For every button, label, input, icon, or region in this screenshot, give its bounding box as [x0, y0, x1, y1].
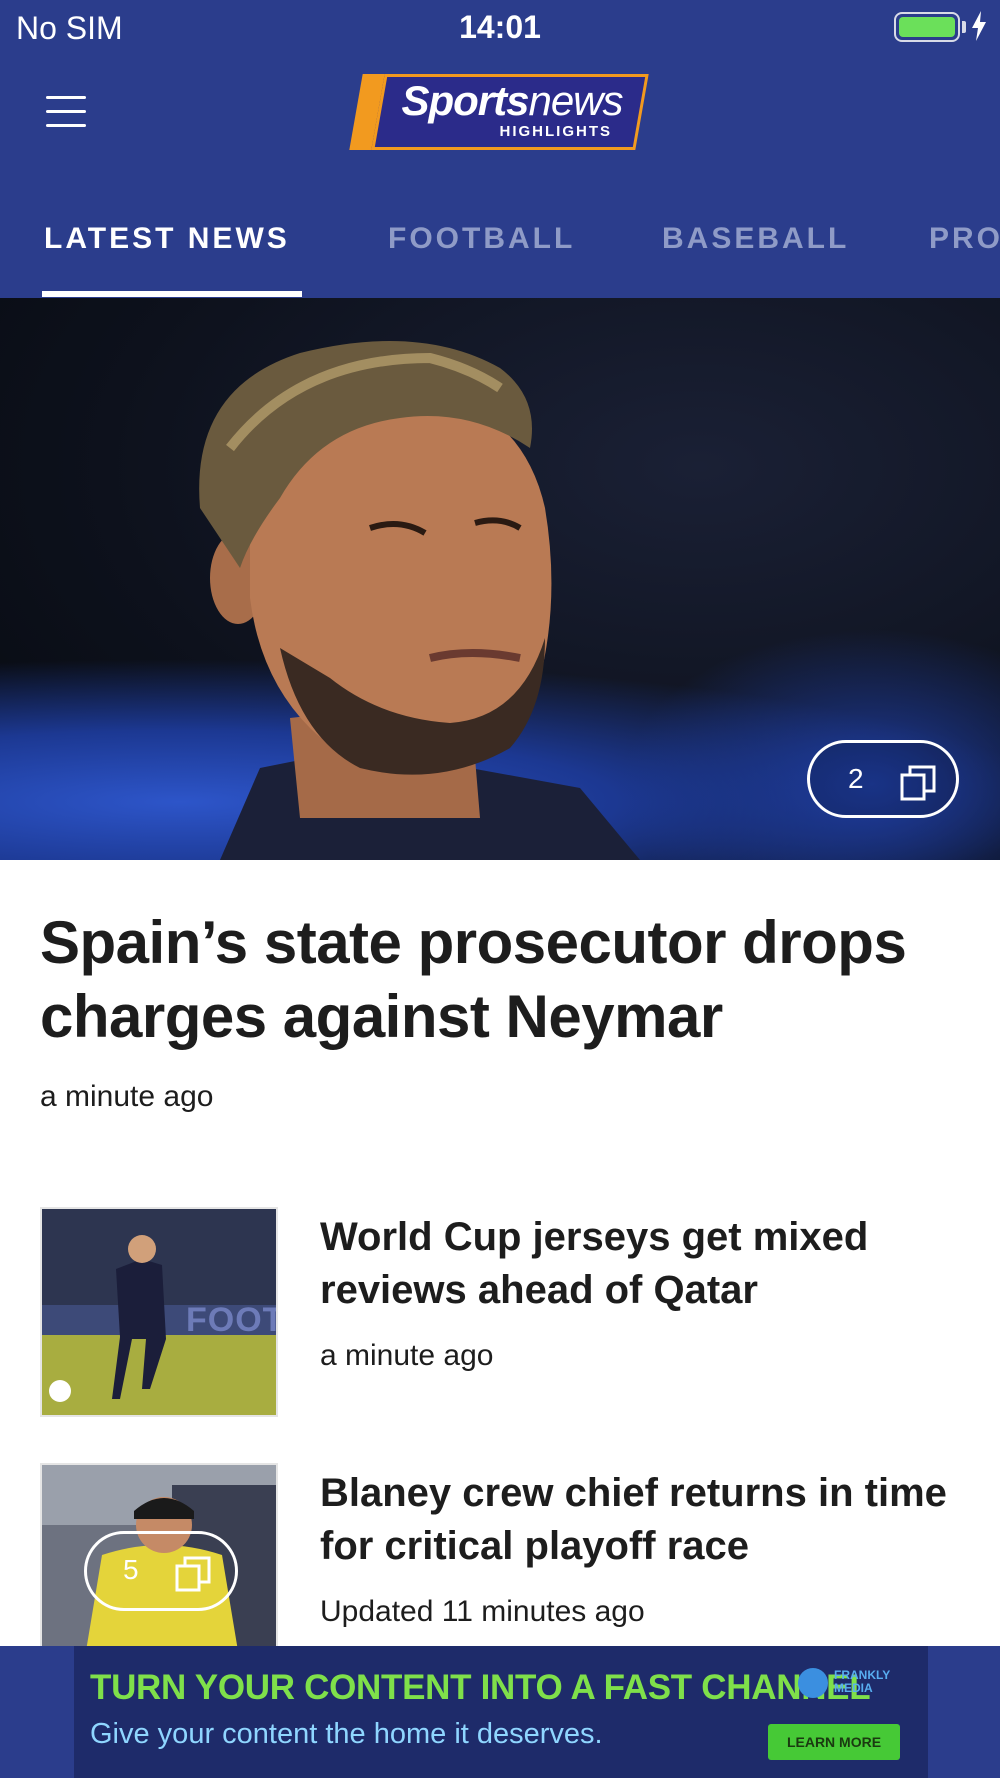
ad-brand-text: FRANKLY MEDIA — [834, 1668, 891, 1695]
gallery-count: 2 — [848, 763, 864, 794]
app-logo: Sportsnews HIGHLIGHTS — [349, 74, 649, 150]
article-title[interactable]: Blaney crew chief returns in time for cr… — [320, 1467, 960, 1573]
gallery-count: 5 — [123, 1554, 139, 1585]
ad-headline: TURN YOUR CONTENT INTO A FAST CHANNEL — [90, 1668, 871, 1707]
article-title[interactable]: World Cup jerseys get mixed reviews ahea… — [320, 1211, 960, 1317]
brand-logo-icon — [798, 1668, 828, 1698]
charging-icon — [972, 11, 986, 41]
article-thumbnail: FOOTE — [40, 1207, 278, 1417]
status-bar: No SIM 14:01 — [0, 0, 1000, 56]
lead-article-title[interactable]: Spain’s state prosecutor drops charges a… — [40, 906, 960, 1054]
tab-baseball[interactable]: BASEBALL — [662, 222, 849, 256]
gallery-badge[interactable]: 2 — [807, 740, 959, 818]
battery-icon — [894, 12, 960, 42]
article-thumbnail: 5 — [40, 1463, 278, 1673]
thumbnail-text: FOOTE — [186, 1301, 276, 1339]
tab-pro[interactable]: PRO — [929, 222, 1000, 256]
list-item[interactable]: 5 Blaney crew chief returns in time for … — [40, 1463, 960, 1677]
ad-subline: Give your content the home it deserves. — [90, 1718, 603, 1750]
active-tab-indicator — [42, 291, 302, 297]
clock: 14:01 — [459, 9, 541, 45]
logo-thin-text: news — [528, 77, 623, 124]
category-tabs: LATEST NEWS FOOTBALL BASEBALL PRO — [0, 208, 1000, 298]
logo-bold-text: Sports — [401, 77, 529, 124]
battery-cap — [962, 21, 966, 33]
tab-latest-news[interactable]: LATEST NEWS — [44, 222, 290, 256]
app-header: No SIM 14:01 Sportsnews HIGHLIGHTS LATES… — [0, 0, 1000, 298]
gallery-icon — [900, 765, 936, 801]
logo-subtitle: HIGHLIGHTS — [499, 123, 612, 140]
list-item[interactable]: FOOTE World Cup jerseys get mixed review… — [40, 1207, 960, 1421]
gallery-icon — [175, 1556, 211, 1592]
article-time: Updated 11 minutes ago — [320, 1595, 645, 1628]
ad-brand: FRANKLY MEDIA — [798, 1666, 918, 1706]
article-time: a minute ago — [320, 1339, 494, 1372]
hamburger-menu-icon[interactable] — [40, 92, 92, 132]
lead-article-time: a minute ago — [40, 1080, 214, 1113]
battery-level — [899, 17, 955, 37]
ad-banner[interactable]: TURN YOUR CONTENT INTO A FAST CHANNEL Gi… — [74, 1646, 928, 1778]
gallery-badge[interactable]: 5 — [84, 1531, 238, 1611]
learn-more-button[interactable]: LEARN MORE — [768, 1724, 900, 1760]
tab-football[interactable]: FOOTBALL — [388, 222, 575, 256]
